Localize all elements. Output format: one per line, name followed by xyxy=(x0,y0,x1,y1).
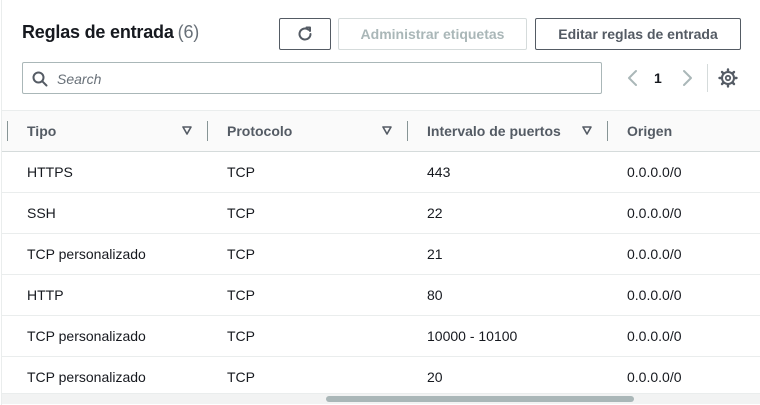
inbound-rules-panel: Reglas de entrada (6) Administrar etiquet… xyxy=(0,0,760,405)
table-row[interactable]: HTTP TCP 80 0.0.0.0/0 xyxy=(2,275,760,316)
refresh-button[interactable] xyxy=(279,18,331,50)
column-header-protocolo[interactable]: Protocolo xyxy=(227,111,292,151)
cell-origen: 0.0.0.0/0 xyxy=(627,246,682,262)
cell-protocolo: TCP xyxy=(227,328,255,344)
page-title: Reglas de entrada (6) xyxy=(22,22,199,43)
title-text: Reglas de entrada xyxy=(22,22,174,42)
cell-puertos: 21 xyxy=(427,246,443,262)
scrollbar-thumb[interactable] xyxy=(326,396,634,402)
table-row[interactable]: TCP personalizado TCP 20 0.0.0.0/0 xyxy=(2,357,760,398)
column-header-tipo[interactable]: Tipo xyxy=(27,111,56,151)
cell-puertos: 80 xyxy=(427,287,443,303)
column-header-puertos[interactable]: Intervalo de puertos xyxy=(427,111,561,151)
cell-origen: 0.0.0.0/0 xyxy=(627,287,682,303)
column-divider[interactable] xyxy=(407,121,408,141)
pager-divider xyxy=(707,64,708,92)
cell-tipo: SSH xyxy=(27,205,56,221)
table-row[interactable]: SSH TCP 22 0.0.0.0/0 xyxy=(2,193,760,234)
table-row[interactable]: TCP personalizado TCP 10000 - 10100 0.0.… xyxy=(2,316,760,357)
cell-tipo: HTTPS xyxy=(27,164,73,180)
cell-puertos: 10000 - 10100 xyxy=(427,328,518,344)
cell-puertos: 22 xyxy=(427,205,443,221)
table-header: Tipo Protocolo Intervalo de puertos Orig… xyxy=(2,110,760,152)
search-icon xyxy=(32,71,48,87)
cell-tipo: HTTP xyxy=(27,287,64,303)
cell-origen: 0.0.0.0/0 xyxy=(627,164,682,180)
refresh-icon xyxy=(298,26,312,41)
rules-count: (6) xyxy=(177,22,200,42)
edit-inbound-rules-button[interactable]: Editar reglas de entrada xyxy=(535,18,741,50)
cell-puertos: 20 xyxy=(427,369,443,385)
chevron-right-icon[interactable] xyxy=(678,68,696,88)
sort-caret-icon[interactable] xyxy=(182,126,192,135)
cell-protocolo: TCP xyxy=(227,205,255,221)
manage-tags-button[interactable]: Administrar etiquetas xyxy=(338,18,527,50)
table-row[interactable]: HTTPS TCP 443 0.0.0.0/0 xyxy=(2,152,760,193)
sort-caret-icon[interactable] xyxy=(582,126,592,135)
chevron-left-icon[interactable] xyxy=(624,68,642,88)
cell-protocolo: TCP xyxy=(227,369,255,385)
column-divider[interactable] xyxy=(7,121,8,141)
cell-protocolo: TCP xyxy=(227,246,255,262)
cell-tipo: TCP personalizado xyxy=(27,328,146,344)
table-row[interactable]: TCP personalizado TCP 21 0.0.0.0/0 xyxy=(2,234,760,275)
gear-icon[interactable] xyxy=(718,68,738,88)
column-header-origen[interactable]: Origen xyxy=(627,111,672,151)
cell-protocolo: TCP xyxy=(227,164,255,180)
rules-table: Tipo Protocolo Intervalo de puertos Orig… xyxy=(2,110,760,398)
column-divider[interactable] xyxy=(607,121,608,141)
cell-protocolo: TCP xyxy=(227,287,255,303)
column-divider[interactable] xyxy=(207,121,208,141)
search-input[interactable] xyxy=(55,63,599,95)
search-box xyxy=(22,62,602,95)
cell-origen: 0.0.0.0/0 xyxy=(627,328,682,344)
cell-tipo: TCP personalizado xyxy=(27,369,146,385)
horizontal-scrollbar[interactable] xyxy=(2,393,760,404)
current-page-number[interactable]: 1 xyxy=(654,70,662,86)
cell-puertos: 443 xyxy=(427,164,451,180)
cell-origen: 0.0.0.0/0 xyxy=(627,369,682,385)
cell-tipo: TCP personalizado xyxy=(27,246,146,262)
cell-origen: 0.0.0.0/0 xyxy=(627,205,682,221)
sort-caret-icon[interactable] xyxy=(382,126,392,135)
